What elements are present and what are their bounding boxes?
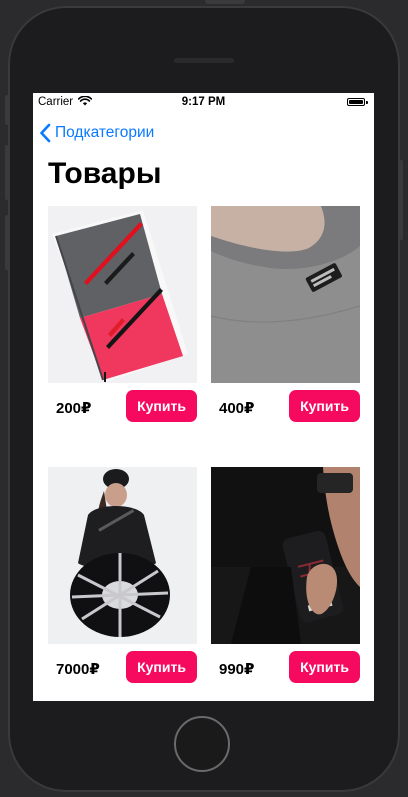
product-price: 200₽ [56,400,92,417]
product-price: 990₽ [219,661,255,678]
product-card[interactable]: 7000₽ Купить [48,467,197,692]
silent-switch [5,95,9,125]
page-title: Товары [48,157,162,190]
status-time: 9:17 PM [181,96,226,108]
product-card[interactable]: 990₽ Купить [211,467,360,692]
device-top-notch [205,0,245,4]
product-image-snow-tube[interactable] [48,467,197,644]
product-card[interactable]: 200₽ Купить [48,206,197,431]
volume-down-button [5,215,9,270]
buy-button[interactable]: Купить [289,651,360,683]
power-button [399,160,403,240]
product-card[interactable]: 400₽ Купить [211,206,360,431]
product-image-tshirt[interactable] [211,206,360,383]
status-bar: Carrier 9:17 PM [33,93,374,113]
back-button-label: Подкатегории [55,124,155,141]
volume-up-button [5,145,9,200]
product-image-phone-case[interactable] [211,467,360,644]
back-button[interactable]: Подкатегории [39,122,154,144]
buy-button[interactable]: Купить [126,651,197,683]
home-button[interactable] [174,716,230,772]
product-image-notebook[interactable] [48,206,197,383]
chevron-left-icon [40,123,51,143]
buy-button[interactable]: Купить [289,390,360,422]
earpiece-speaker [174,58,234,63]
app-screen: Carrier 9:17 PM Подкатегории Товары 200₽… [33,93,374,701]
buy-button[interactable]: Купить [126,390,197,422]
battery-icon [347,98,365,106]
battery-cap [366,101,368,104]
product-price: 400₽ [219,400,255,417]
product-price: 7000₽ [56,661,100,678]
